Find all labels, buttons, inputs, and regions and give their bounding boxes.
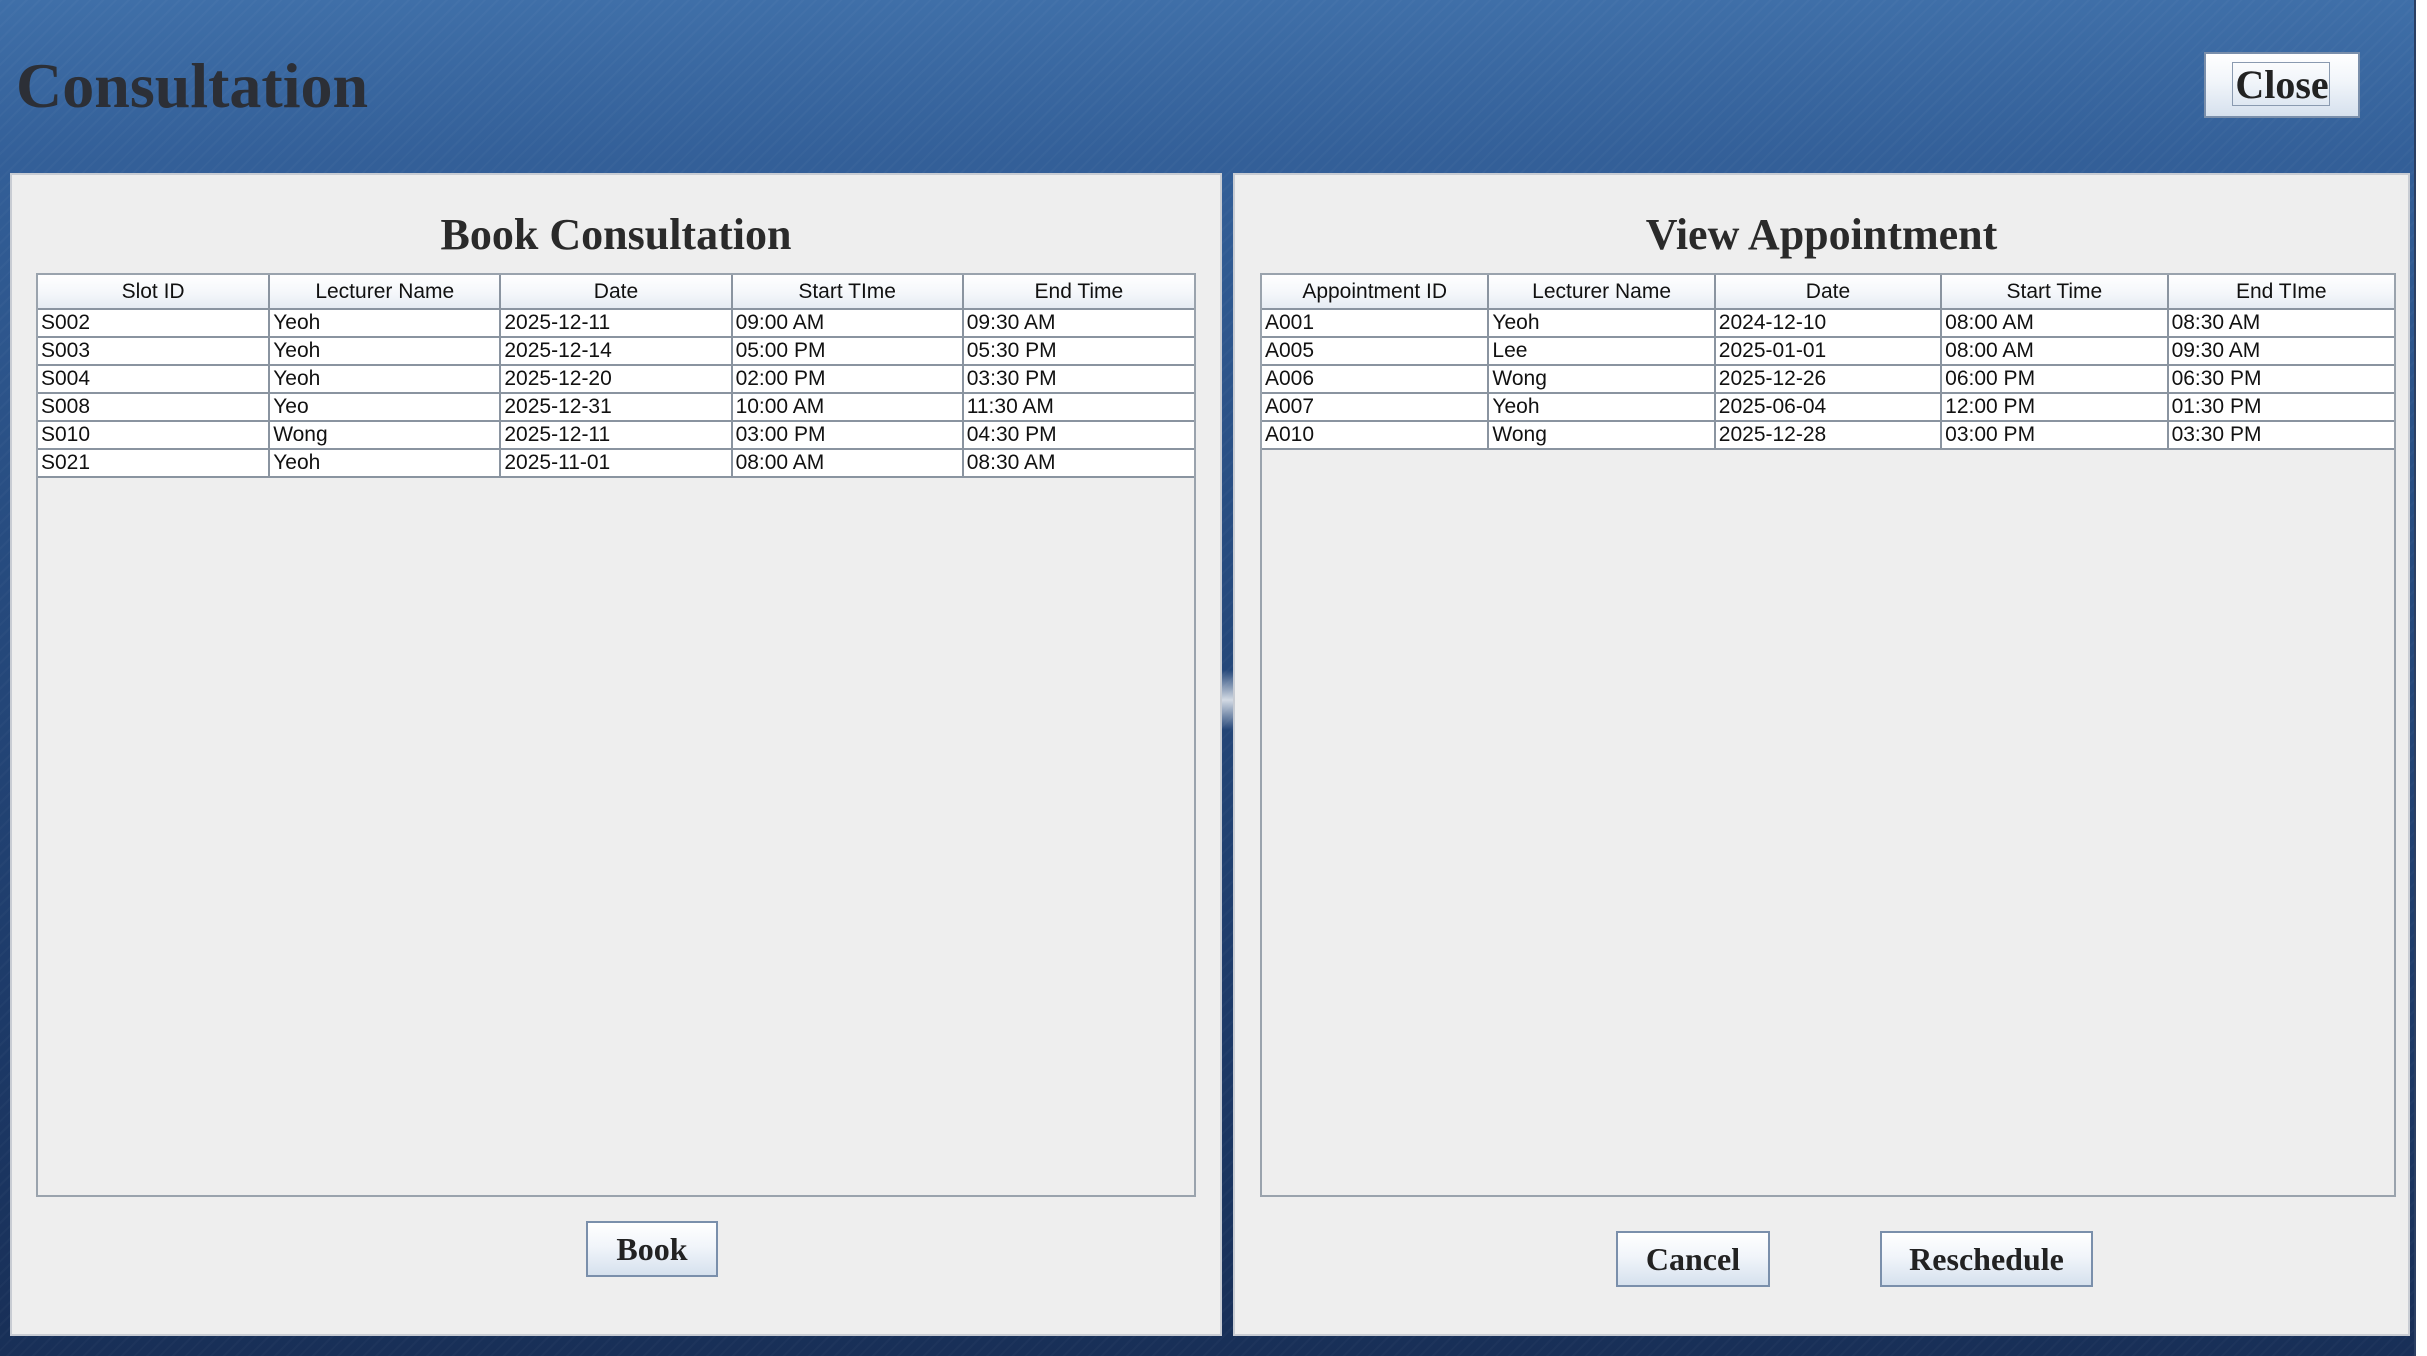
table-cell[interactable]: A010 xyxy=(1262,421,1490,450)
table-cell[interactable]: A006 xyxy=(1262,365,1490,394)
table-cell[interactable]: 2025-12-11 xyxy=(500,309,733,338)
table-cell[interactable]: 2025-11-01 xyxy=(500,449,733,478)
table-cell[interactable]: 08:00 AM xyxy=(731,449,964,478)
slots-table-container[interactable]: Slot ID Lecturer Name Date Start TIme En… xyxy=(36,273,1196,1197)
column-header-date[interactable]: Date xyxy=(500,275,733,310)
appointments-table-container[interactable]: Appointment ID Lecturer Name Date Start … xyxy=(1260,273,2396,1197)
table-cell[interactable]: 08:00 AM xyxy=(1941,337,2169,366)
table-row[interactable]: S004 Yeoh 2025-12-20 02:00 PM 03:30 PM xyxy=(38,365,1194,394)
table-cell[interactable]: S008 xyxy=(38,393,271,422)
table-cell[interactable]: Wong xyxy=(1488,421,1716,450)
split-pane-divider[interactable] xyxy=(1222,670,1233,730)
appointments-table-header-row: Appointment ID Lecturer Name Date Start … xyxy=(1262,275,2394,310)
column-header-end-time[interactable]: End TIme xyxy=(2167,275,2394,310)
table-cell[interactable]: 2025-12-11 xyxy=(500,421,733,450)
column-header-start-time[interactable]: Start TIme xyxy=(731,275,964,310)
table-row[interactable]: A005 Lee 2025-01-01 08:00 AM 09:30 AM xyxy=(1262,337,2394,366)
slots-table-header-row: Slot ID Lecturer Name Date Start TIme En… xyxy=(38,275,1194,310)
table-cell[interactable]: 2025-12-20 xyxy=(500,365,733,394)
table-cell[interactable]: 09:30 AM xyxy=(962,309,1194,338)
column-header-appointment-id[interactable]: Appointment ID xyxy=(1262,275,1490,310)
table-cell[interactable]: 2025-06-04 xyxy=(1714,393,1943,422)
book-consultation-title: Book Consultation xyxy=(440,210,792,259)
column-header-slot-id[interactable]: Slot ID xyxy=(38,275,271,310)
table-row[interactable]: S010 Wong 2025-12-11 03:00 PM 04:30 PM xyxy=(38,421,1194,450)
table-cell[interactable]: Yeoh xyxy=(1488,309,1716,338)
reschedule-button[interactable]: Reschedule xyxy=(1880,1231,2093,1287)
table-cell[interactable]: 2025-01-01 xyxy=(1714,337,1943,366)
table-row[interactable]: A007 Yeoh 2025-06-04 12:00 PM 01:30 PM xyxy=(1262,393,2394,422)
table-cell[interactable]: 08:00 AM xyxy=(1941,309,2169,338)
table-row[interactable]: S003 Yeoh 2025-12-14 05:00 PM 05:30 PM xyxy=(38,337,1194,366)
table-cell[interactable]: S010 xyxy=(38,421,271,450)
table-row[interactable]: S021 Yeoh 2025-11-01 08:00 AM 08:30 AM xyxy=(38,449,1194,478)
table-cell[interactable]: 09:00 AM xyxy=(731,309,964,338)
table-cell[interactable]: 2025-12-28 xyxy=(1714,421,1943,450)
table-cell[interactable]: 2025-12-26 xyxy=(1714,365,1943,394)
book-consultation-panel: Book Consultation Slot ID Lecturer Name … xyxy=(10,173,1222,1336)
table-cell[interactable]: 02:00 PM xyxy=(731,365,964,394)
table-cell[interactable]: Yeoh xyxy=(1488,393,1716,422)
table-cell[interactable]: 01:30 PM xyxy=(2167,393,2394,422)
view-appointment-title: View Appointment xyxy=(1645,210,1998,259)
table-cell[interactable]: 05:30 PM xyxy=(962,337,1194,366)
column-header-date[interactable]: Date xyxy=(1714,275,1943,310)
column-header-end-time[interactable]: End Time xyxy=(962,275,1194,310)
window-border xyxy=(2414,0,2416,1356)
table-cell[interactable]: 10:00 AM xyxy=(731,393,964,422)
table-cell[interactable]: Lee xyxy=(1488,337,1716,366)
table-cell[interactable]: Yeoh xyxy=(269,337,502,366)
column-header-lecturer-name[interactable]: Lecturer Name xyxy=(1488,275,1716,310)
slots-table[interactable]: Slot ID Lecturer Name Date Start TIme En… xyxy=(38,275,1194,478)
table-cell[interactable]: 03:30 PM xyxy=(2167,421,2394,450)
table-cell[interactable]: A001 xyxy=(1262,309,1490,338)
table-cell[interactable]: S002 xyxy=(38,309,271,338)
table-row[interactable]: A006 Wong 2025-12-26 06:00 PM 06:30 PM xyxy=(1262,365,2394,394)
book-button[interactable]: Book xyxy=(586,1221,718,1277)
table-cell[interactable]: Yeoh xyxy=(269,365,502,394)
cancel-button[interactable]: Cancel xyxy=(1616,1231,1770,1287)
table-cell[interactable]: 03:30 PM xyxy=(962,365,1194,394)
view-appointment-panel: View Appointment Appointment ID Lecturer… xyxy=(1233,173,2410,1336)
table-row[interactable]: A010 Wong 2025-12-28 03:00 PM 03:30 PM xyxy=(1262,421,2394,450)
table-cell[interactable]: 08:30 AM xyxy=(2167,309,2394,338)
table-row[interactable]: S002 Yeoh 2025-12-11 09:00 AM 09:30 AM xyxy=(38,309,1194,338)
table-cell[interactable]: Wong xyxy=(269,421,502,450)
page-title: Consultation xyxy=(16,50,369,121)
table-cell[interactable]: 09:30 AM xyxy=(2167,337,2394,366)
table-cell[interactable]: 12:00 PM xyxy=(1941,393,2169,422)
table-cell[interactable]: Wong xyxy=(1488,365,1716,394)
table-cell[interactable]: 03:00 PM xyxy=(1941,421,2169,450)
table-cell[interactable]: S003 xyxy=(38,337,271,366)
table-cell[interactable]: 06:30 PM xyxy=(2167,365,2394,394)
table-cell[interactable]: Yeoh xyxy=(269,309,502,338)
table-cell[interactable]: S021 xyxy=(38,449,271,478)
table-cell[interactable]: A007 xyxy=(1262,393,1490,422)
table-cell[interactable]: Yeoh xyxy=(269,449,502,478)
column-header-start-time[interactable]: Start Time xyxy=(1941,275,2169,310)
table-cell[interactable]: S004 xyxy=(38,365,271,394)
table-cell[interactable]: 11:30 AM xyxy=(962,393,1194,422)
table-cell[interactable]: 2025-12-31 xyxy=(500,393,733,422)
appointments-table[interactable]: Appointment ID Lecturer Name Date Start … xyxy=(1262,275,2394,450)
table-cell[interactable]: 05:00 PM xyxy=(731,337,964,366)
table-row[interactable]: S008 Yeo 2025-12-31 10:00 AM 11:30 AM xyxy=(38,393,1194,422)
table-cell[interactable]: 2024-12-10 xyxy=(1714,309,1943,338)
table-cell[interactable]: Yeo xyxy=(269,393,502,422)
column-header-lecturer-name[interactable]: Lecturer Name xyxy=(269,275,502,310)
table-cell[interactable]: 04:30 PM xyxy=(962,421,1194,450)
close-button-label: Close xyxy=(2235,62,2329,107)
table-cell[interactable]: 03:00 PM xyxy=(731,421,964,450)
table-row[interactable]: A001 Yeoh 2024-12-10 08:00 AM 08:30 AM xyxy=(1262,309,2394,338)
table-cell[interactable]: 2025-12-14 xyxy=(500,337,733,366)
table-cell[interactable]: 08:30 AM xyxy=(962,449,1194,478)
close-button[interactable]: Close xyxy=(2204,52,2360,118)
table-cell[interactable]: A005 xyxy=(1262,337,1490,366)
table-cell[interactable]: 06:00 PM xyxy=(1941,365,2169,394)
